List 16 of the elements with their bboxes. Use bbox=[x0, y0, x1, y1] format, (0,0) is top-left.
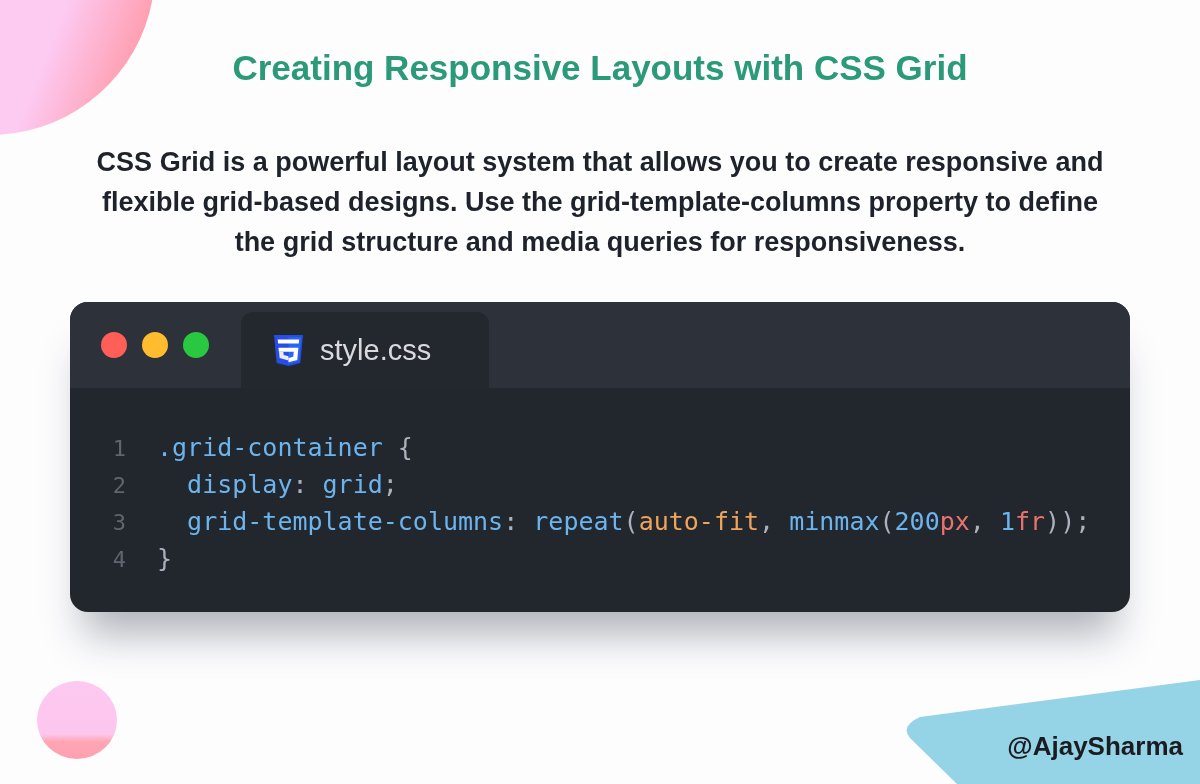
code-line: } bbox=[157, 543, 173, 575]
code-line: .grid-container { bbox=[157, 432, 413, 464]
line-number: 2 bbox=[111, 472, 126, 500]
line-number: 3 bbox=[111, 509, 126, 537]
css-shield-icon bbox=[274, 334, 303, 366]
page-title: Creating Responsive Layouts with CSS Grid bbox=[232, 47, 968, 89]
window-control-icon[interactable] bbox=[101, 332, 127, 358]
code-line: display: grid; bbox=[187, 469, 398, 501]
file-tab[interactable]: style.css bbox=[241, 312, 489, 388]
author-handle: @AjaySharma bbox=[1007, 731, 1183, 761]
code-line: grid-template-columns: repeat(auto-fit, minmax(200px, 1fr)); bbox=[187, 506, 1091, 538]
intro-paragraph: CSS Grid is a powerful layout system that allows you to create responsive and flexible grid-based designs. Use the grid-template-columns property to define the grid structure and media queries for responsiveness. bbox=[95, 146, 1105, 259]
window-control-icon[interactable] bbox=[183, 332, 209, 358]
line-number: 4 bbox=[111, 546, 126, 574]
line-number: 1 bbox=[111, 435, 126, 463]
window-control-icon[interactable] bbox=[142, 332, 168, 358]
